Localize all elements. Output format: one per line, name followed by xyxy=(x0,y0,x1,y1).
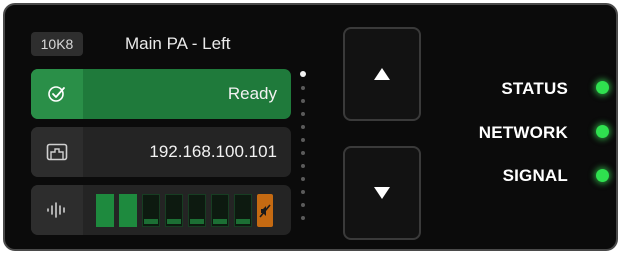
ip-row[interactable]: 192.168.100.101 xyxy=(31,127,291,177)
page-dot xyxy=(301,99,305,103)
check-circle-icon xyxy=(48,86,65,102)
signal-led xyxy=(596,169,609,182)
network-port-icon xyxy=(46,143,68,161)
signal-indicator-label: SIGNAL xyxy=(502,166,568,185)
waveform-icon xyxy=(47,202,65,218)
page-dot xyxy=(301,151,305,155)
meter-bar xyxy=(188,194,206,227)
device-panel: 10K8 Main PA - Left Ready 192.168.100.10… xyxy=(3,3,618,251)
page-indicator xyxy=(299,71,307,229)
network-indicator-label: NETWORK xyxy=(478,123,568,142)
scroll-down-button[interactable] xyxy=(343,146,421,240)
page-dot xyxy=(301,138,305,142)
triangle-up-icon xyxy=(374,68,390,80)
page-dot xyxy=(301,190,305,194)
page-dot xyxy=(301,216,305,220)
speaker-muted-icon xyxy=(257,194,273,227)
status-indicator-label: STATUS xyxy=(501,79,568,98)
meter-bar xyxy=(119,194,137,227)
status-text: Ready xyxy=(227,84,277,103)
page-dot xyxy=(301,125,305,129)
page-dot xyxy=(301,177,305,181)
waveform-icon-cell xyxy=(31,185,83,235)
meter-bar xyxy=(234,194,252,227)
network-icon-cell xyxy=(31,127,83,177)
ip-address: 192.168.100.101 xyxy=(149,142,277,161)
level-meter xyxy=(96,194,273,227)
page-dot-active xyxy=(300,71,306,77)
triangle-down-icon xyxy=(374,187,390,199)
meter-bar xyxy=(142,194,160,227)
meter-bar xyxy=(165,194,183,227)
status-icon-cell xyxy=(31,69,83,119)
device-name: Main PA - Left xyxy=(125,34,231,53)
page-dot xyxy=(301,203,305,207)
network-led xyxy=(596,125,609,138)
page-dot xyxy=(301,112,305,116)
meter-bar xyxy=(96,194,114,227)
meter-bar xyxy=(211,194,229,227)
status-led xyxy=(596,81,609,94)
page-dot xyxy=(301,164,305,168)
status-row[interactable]: Ready xyxy=(31,69,291,119)
model-badge: 10K8 xyxy=(31,32,83,56)
meter-row[interactable] xyxy=(31,185,291,235)
page-dot xyxy=(301,86,305,90)
scroll-up-button[interactable] xyxy=(343,27,421,121)
